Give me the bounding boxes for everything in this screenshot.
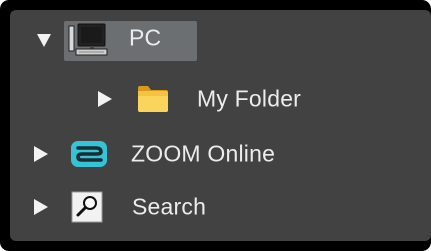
tree-item-search[interactable]: Search [10, 182, 431, 232]
expand-arrow-right-icon[interactable] [34, 199, 48, 215]
zoom-logo-icon [70, 140, 108, 168]
tree-item-pc[interactable]: PC [10, 13, 431, 63]
tree-item-zoom-online[interactable]: ZOOM Online [10, 129, 431, 179]
tree-item-label: ZOOM Online [131, 140, 276, 167]
search-icon [71, 191, 103, 223]
expand-arrow-right-icon[interactable] [34, 146, 48, 162]
expand-arrow-down-icon[interactable] [37, 34, 51, 47]
folder-icon [136, 85, 170, 113]
expand-arrow-right-icon[interactable] [98, 91, 112, 107]
tree-item-label: Search [132, 193, 207, 220]
tree-item-my-folder[interactable]: My Folder [10, 74, 431, 124]
computer-icon [68, 23, 110, 57]
tree-item-label: My Folder [197, 85, 302, 112]
window-frame: PC My Folder ZOOM Online Search [0, 0, 431, 251]
tree-item-label: PC [129, 24, 162, 51]
navigation-tree-panel: PC My Folder ZOOM Online Search [10, 10, 431, 241]
